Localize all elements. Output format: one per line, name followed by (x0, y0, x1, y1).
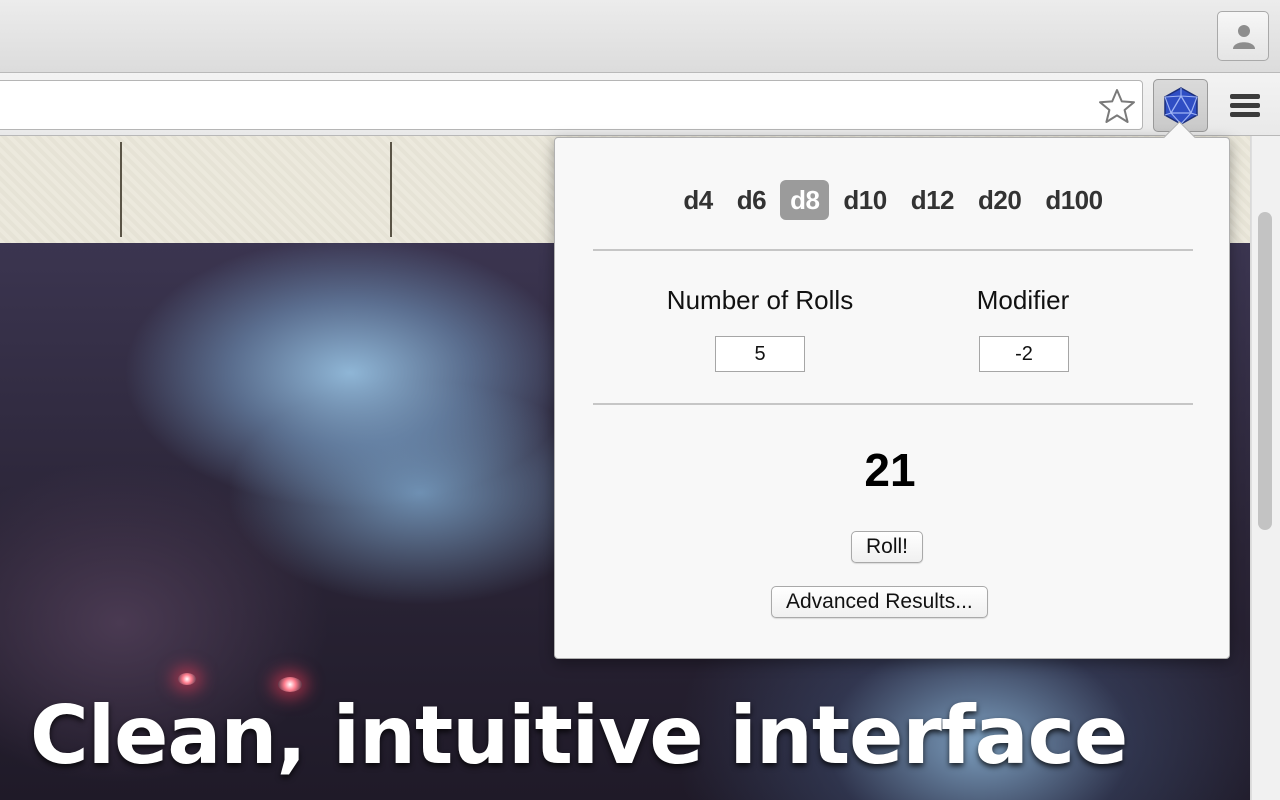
die-tab-d10[interactable]: d10 (833, 180, 896, 220)
popup-divider (593, 249, 1193, 251)
hamburger-menu-icon[interactable] (1229, 93, 1261, 119)
address-bar[interactable] (0, 80, 1143, 130)
person-icon (1233, 25, 1255, 49)
die-tab-d8[interactable]: d8 (780, 180, 830, 220)
rolls-input[interactable] (715, 336, 805, 372)
dice-roller-popup: d4d6d8d10d12d20d100 Number of Rolls Modi… (554, 137, 1230, 659)
d20-icon (1164, 87, 1198, 125)
creature-eye (178, 673, 196, 685)
scrollbar-thumb[interactable] (1258, 212, 1272, 530)
die-tab-d6[interactable]: d6 (727, 180, 776, 220)
rolls-label: Number of Rolls (666, 285, 854, 315)
banner-divider (120, 142, 122, 237)
die-tab-d4[interactable]: d4 (673, 180, 722, 220)
star-icon[interactable] (1098, 88, 1136, 124)
modifier-label: Modifier (976, 285, 1070, 315)
hero-tagline: Clean, intuitive interface (30, 689, 1128, 782)
die-tab-d12[interactable]: d12 (901, 180, 964, 220)
die-tab-d20[interactable]: d20 (968, 180, 1031, 220)
advanced-results-button[interactable]: Advanced Results... (771, 586, 988, 618)
profile-button[interactable] (1217, 11, 1269, 61)
dice-type-tabs: d4 d6 d8 d10 d12 d20 d100 (555, 180, 1231, 220)
modifier-input[interactable] (979, 336, 1069, 372)
roll-button[interactable]: Roll! (851, 531, 924, 563)
die-tab-d100[interactable]: d100 (1035, 180, 1112, 220)
roll-result: 21 (864, 444, 916, 496)
banner-divider (390, 142, 392, 237)
browser-titlebar (0, 0, 1280, 73)
popup-divider (593, 403, 1193, 405)
browser-toolbar (0, 73, 1280, 136)
